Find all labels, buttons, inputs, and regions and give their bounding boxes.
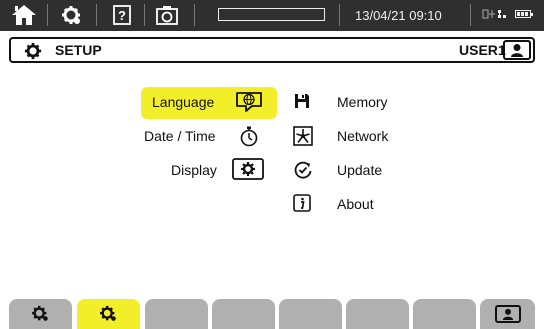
- about-label[interactable]: About: [337, 196, 374, 212]
- tab-settings[interactable]: [9, 299, 72, 329]
- help-glyph: ?: [118, 8, 126, 23]
- camera-icon[interactable]: [155, 3, 179, 27]
- user-icon: [511, 44, 523, 57]
- memory-label[interactable]: Memory: [337, 94, 388, 110]
- network-label[interactable]: Network: [337, 128, 388, 144]
- tab-user[interactable]: [480, 299, 535, 329]
- setup-header: SETUP USER1: [9, 37, 535, 63]
- update-label[interactable]: Update: [337, 162, 382, 178]
- battery-icon: [515, 10, 533, 18]
- floppy-icon[interactable]: [293, 92, 311, 110]
- display-label[interactable]: Display: [171, 162, 217, 178]
- tab-setup[interactable]: [77, 299, 140, 329]
- tab-empty-3[interactable]: [145, 299, 208, 329]
- datetime: 13/04/21 09:10: [355, 8, 442, 23]
- user-button[interactable]: [503, 40, 531, 60]
- tab-empty-4[interactable]: [212, 299, 275, 329]
- update-icon[interactable]: [292, 159, 314, 181]
- language-label: Language: [152, 94, 215, 110]
- gear-icon[interactable]: [60, 3, 82, 27]
- network-icon[interactable]: [292, 125, 314, 147]
- user-label: USER1: [459, 42, 506, 58]
- gear-icon: [31, 305, 48, 321]
- usb-icon: [482, 9, 510, 21]
- display-icon[interactable]: [232, 158, 264, 180]
- date-time-label[interactable]: Date / Time: [144, 128, 216, 144]
- tab-empty-7[interactable]: [413, 299, 476, 329]
- home-icon[interactable]: [10, 3, 38, 27]
- gear-icon: [99, 305, 116, 321]
- help-icon[interactable]: ?: [112, 3, 132, 27]
- tab-empty-6[interactable]: [346, 299, 409, 329]
- progress-bar: [218, 8, 325, 21]
- user-icon: [494, 305, 521, 323]
- bottom-tab-bar: [0, 297, 544, 329]
- info-icon[interactable]: [292, 193, 312, 213]
- language-icon: [234, 91, 264, 113]
- page-title: SETUP: [55, 42, 102, 58]
- gear-icon: [23, 42, 43, 60]
- stopwatch-icon[interactable]: [238, 124, 260, 148]
- tab-empty-5[interactable]: [279, 299, 342, 329]
- status-bar: ? 13/04/21 09:10: [0, 0, 544, 31]
